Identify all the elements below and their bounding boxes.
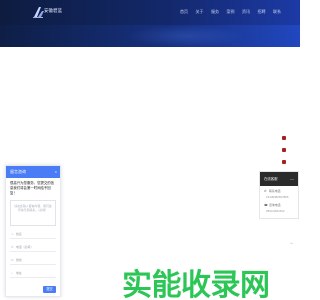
consult-message: 很高兴为您服务，您提交的信息我们将会第一时间给予回复！ — [10, 181, 55, 195]
wechat-field-placeholder: 微信 — [16, 257, 22, 262]
nav-item-jobs[interactable]: 招聘 — [258, 9, 266, 15]
name-field[interactable]: ☺ 姓名 — [10, 230, 56, 239]
message-textarea[interactable]: 请在此输入留言内容，我们会尽快与您联系。（必填） — [10, 200, 56, 226]
tel-label: 咨询电话 — [269, 203, 281, 207]
phone-field[interactable]: ✆ 电话（必填） — [10, 243, 56, 252]
nav-item-news[interactable]: 资讯 — [242, 9, 250, 15]
nav-item-home[interactable]: 首页 — [180, 9, 188, 15]
contact-header: 在线客服 — — [260, 172, 298, 186]
headset-icon: ☎ — [264, 203, 268, 207]
phone-field-placeholder: 电话（必填） — [16, 244, 34, 249]
back-to-top-icon[interactable]: ⌃ — [289, 242, 294, 249]
watermark-text: 实能收录网 — [122, 268, 270, 300]
submit-button[interactable]: 提交 — [43, 286, 56, 293]
nav-item-contact[interactable]: 联系 — [273, 9, 281, 15]
header-bar: 安徽碧蓝 首页 关于 服务 案例 资讯 招聘 联系 — [0, 0, 300, 25]
phone-icon: ✆ — [264, 189, 267, 193]
phone-number[interactable]: 19138482827866 — [266, 195, 289, 199]
side-dot[interactable] — [282, 148, 286, 152]
address-field-placeholder: 地址 — [16, 270, 22, 275]
nav-item-about[interactable]: 关于 — [196, 9, 204, 15]
consult-widget: 留言咨询 × 很高兴为您服务，您提交的信息我们将会第一时间给予回复！ 请在此输入… — [5, 165, 61, 297]
nav-item-cases[interactable]: 案例 — [227, 9, 235, 15]
contact-title: 在线客服 — [264, 177, 278, 181]
phone-label-row: ✆ 联系电话 — [264, 189, 281, 193]
logo-text: 安徽碧蓝 — [44, 9, 62, 14]
consult-header: 留言咨询 × — [6, 166, 60, 178]
banner-glow — [125, 25, 245, 47]
tel-number[interactable]: 0563-6821612 — [266, 209, 285, 213]
main-nav: 首页 关于 服务 案例 资讯 招聘 联系 — [180, 9, 289, 15]
phone-label: 联系电话 — [269, 189, 281, 193]
close-icon[interactable]: × — [55, 166, 57, 178]
minimize-icon[interactable]: — — [290, 172, 294, 186]
consult-title: 留言咨询 — [10, 169, 26, 174]
wechat-field[interactable]: ✉ 微信 — [10, 256, 56, 265]
contact-widget: 在线客服 — ✆ 联系电话 19138482827866 ☎ 咨询电话 0563… — [259, 171, 299, 219]
name-field-placeholder: 姓名 — [16, 231, 22, 236]
address-field[interactable]: ⌂ 地址 — [10, 269, 56, 278]
side-dot[interactable] — [282, 136, 286, 140]
nav-item-services[interactable]: 服务 — [211, 9, 219, 15]
side-dot[interactable] — [282, 160, 286, 164]
tel-label-row: ☎ 咨询电话 — [264, 203, 281, 207]
